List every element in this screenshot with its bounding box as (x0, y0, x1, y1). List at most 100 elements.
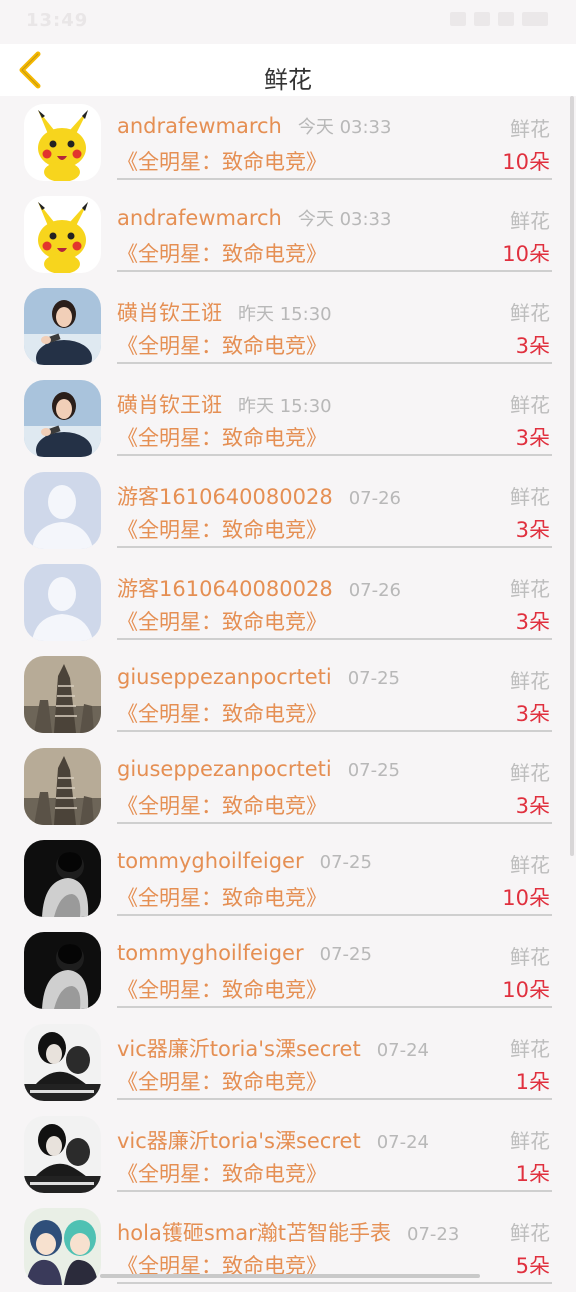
book-title-link[interactable]: 《全明星：致命电竞》 (117, 974, 327, 1004)
list-item[interactable]: giuseppezanpocrteti 07-25 鲜花 《全明星：致命电竞》 3… (0, 648, 576, 740)
timestamp: 07-25 (347, 760, 401, 781)
user-name-text: tommyghoilfeiger (117, 941, 304, 965)
list-item[interactable]: tommyghoilfeiger 07-25 鲜花 《全明星：致命电竞》 10朵 (0, 832, 576, 924)
signal-icon (498, 12, 514, 26)
battery-icon (522, 12, 548, 26)
user-name-text: 游客1610640080028 (117, 485, 333, 509)
book-title-link[interactable]: 《全明星：致命电竞》 (117, 882, 327, 912)
avatar[interactable] (24, 104, 101, 181)
divider (117, 546, 552, 548)
divider (117, 270, 552, 272)
gift-type-label: 鲜花 (510, 853, 550, 877)
list-item[interactable]: andrafewmarch 今天 03:33 鲜花 《全明星：致命电竞》 10朵 (0, 96, 576, 188)
user-name: 磺肖钦王诳 昨天 15:30 (117, 297, 332, 327)
avatar[interactable] (24, 932, 101, 1009)
timestamp: 07-25 (347, 668, 401, 689)
book-title-link[interactable]: 《全明星：致命电竞》 (117, 606, 327, 636)
list-item[interactable]: 游客1610640080028 07-26 鲜花 《全明星：致命电竞》 3朵 (0, 556, 576, 648)
gift-type-label: 鲜花 (510, 1037, 550, 1061)
timestamp: 07-25 (319, 944, 372, 965)
gift-type-label: 鲜花 (510, 393, 550, 417)
user-name-text: 游客1610640080028 (117, 577, 333, 601)
avatar[interactable] (24, 196, 101, 273)
divider (117, 730, 552, 732)
book-title-link[interactable]: 《全明星：致命电竞》 (117, 238, 327, 268)
avatar[interactable] (24, 472, 101, 549)
divider (117, 454, 552, 456)
avatar[interactable] (24, 1024, 101, 1101)
divider (117, 178, 552, 180)
list-item[interactable]: giuseppezanpocrteti 07-25 鲜花 《全明星：致命电竞》 3… (0, 740, 576, 832)
flower-count: 10朵 (502, 886, 550, 910)
flower-list: andrafewmarch 今天 03:33 鲜花 《全明星：致命电竞》 10朵 … (0, 96, 576, 1292)
status-bar: 13:49 (0, 0, 576, 44)
status-icons (450, 12, 548, 26)
book-title-link[interactable]: 《全明星：致命电竞》 (117, 330, 327, 360)
divider (117, 362, 552, 364)
user-name-text: tommyghoilfeiger (117, 849, 304, 873)
timestamp: 07-25 (319, 852, 372, 873)
list-item[interactable]: vic器廉沂toria's溧secret 07-24 鲜花 《全明星：致命电竞》 … (0, 1108, 576, 1200)
timestamp: 07-24 (376, 1040, 429, 1061)
book-title-link[interactable]: 《全明星：致命电竞》 (117, 698, 327, 728)
book-title-link[interactable]: 《全明星：致命电竞》 (117, 422, 327, 452)
user-name: tommyghoilfeiger 07-25 (117, 849, 372, 873)
avatar[interactable] (24, 656, 101, 733)
user-name-text: giuseppezanpocrteti (117, 757, 332, 781)
user-name-text: andrafewmarch (117, 114, 282, 138)
avatar[interactable] (24, 1116, 101, 1193)
avatar[interactable] (24, 380, 101, 457)
user-name-text: vic器廉沂toria's溧secret (117, 1037, 361, 1061)
gift-type-label: 鲜花 (510, 1221, 550, 1245)
list-item[interactable]: vic器廉沂toria's溧secret 07-24 鲜花 《全明星：致命电竞》 … (0, 1016, 576, 1108)
list-item[interactable]: 磺肖钦王诳 昨天 15:30 鲜花 《全明星：致命电竞》 3朵 (0, 280, 576, 372)
list-item[interactable]: hola镬砸smar瀚t苫智能手表 07-23 鲜花 《全明星：致命电竞》 5朵 (0, 1200, 576, 1292)
timestamp: 昨天 15:30 (238, 304, 332, 325)
flower-count: 10朵 (502, 978, 550, 1002)
user-name: vic器廉沂toria's溧secret 07-24 (117, 1033, 429, 1063)
avatar[interactable] (24, 840, 101, 917)
list-item[interactable]: tommyghoilfeiger 07-25 鲜花 《全明星：致命电竞》 10朵 (0, 924, 576, 1016)
divider (117, 1282, 552, 1284)
gift-type-label: 鲜花 (510, 1129, 550, 1153)
gift-type-label: 鲜花 (510, 209, 550, 233)
bluetooth-icon (450, 12, 466, 26)
gift-type-label: 鲜花 (510, 669, 550, 693)
scrollbar[interactable] (570, 96, 574, 856)
user-name-text: vic器廉沂toria's溧secret (117, 1129, 361, 1153)
avatar[interactable] (24, 288, 101, 365)
avatar[interactable] (24, 748, 101, 825)
user-name: 游客1610640080028 07-26 (117, 481, 401, 511)
book-title-link[interactable]: 《全明星：致命电竞》 (117, 514, 327, 544)
timestamp: 07-23 (407, 1224, 460, 1245)
user-name: tommyghoilfeiger 07-25 (117, 941, 372, 965)
gift-type-label: 鲜花 (510, 485, 550, 509)
flower-count: 5朵 (515, 1254, 550, 1278)
flower-count: 3朵 (515, 702, 550, 726)
book-title-link[interactable]: 《全明星：致命电竞》 (117, 1066, 327, 1096)
list-item[interactable]: 游客1610640080028 07-26 鲜花 《全明星：致命电竞》 3朵 (0, 464, 576, 556)
divider (117, 1098, 552, 1100)
book-title-link[interactable]: 《全明星：致命电竞》 (117, 790, 327, 820)
gift-type-label: 鲜花 (510, 117, 550, 141)
user-name: giuseppezanpocrteti 07-25 (117, 757, 400, 781)
list-item[interactable]: 磺肖钦王诳 昨天 15:30 鲜花 《全明星：致命电竞》 3朵 (0, 372, 576, 464)
divider (117, 1190, 552, 1192)
avatar[interactable] (24, 564, 101, 641)
book-title-link[interactable]: 《全明星：致命电竞》 (117, 1158, 327, 1188)
user-name: andrafewmarch 今天 03:33 (117, 113, 391, 139)
flower-count: 1朵 (515, 1162, 550, 1186)
user-name-text: 磺肖钦王诳 (117, 393, 222, 417)
flower-count: 10朵 (502, 150, 550, 174)
user-name: 磺肖钦王诳 昨天 15:30 (117, 389, 332, 419)
flower-count: 1朵 (515, 1070, 550, 1094)
divider (117, 638, 552, 640)
status-time: 13:49 (26, 10, 89, 31)
avatar[interactable] (24, 1208, 101, 1285)
flower-count: 3朵 (515, 334, 550, 358)
divider (117, 914, 552, 916)
list-item[interactable]: andrafewmarch 今天 03:33 鲜花 《全明星：致命电竞》 10朵 (0, 188, 576, 280)
book-title-link[interactable]: 《全明星：致命电竞》 (117, 146, 327, 176)
flower-count: 3朵 (515, 794, 550, 818)
page-title: 鲜花 (264, 66, 312, 94)
